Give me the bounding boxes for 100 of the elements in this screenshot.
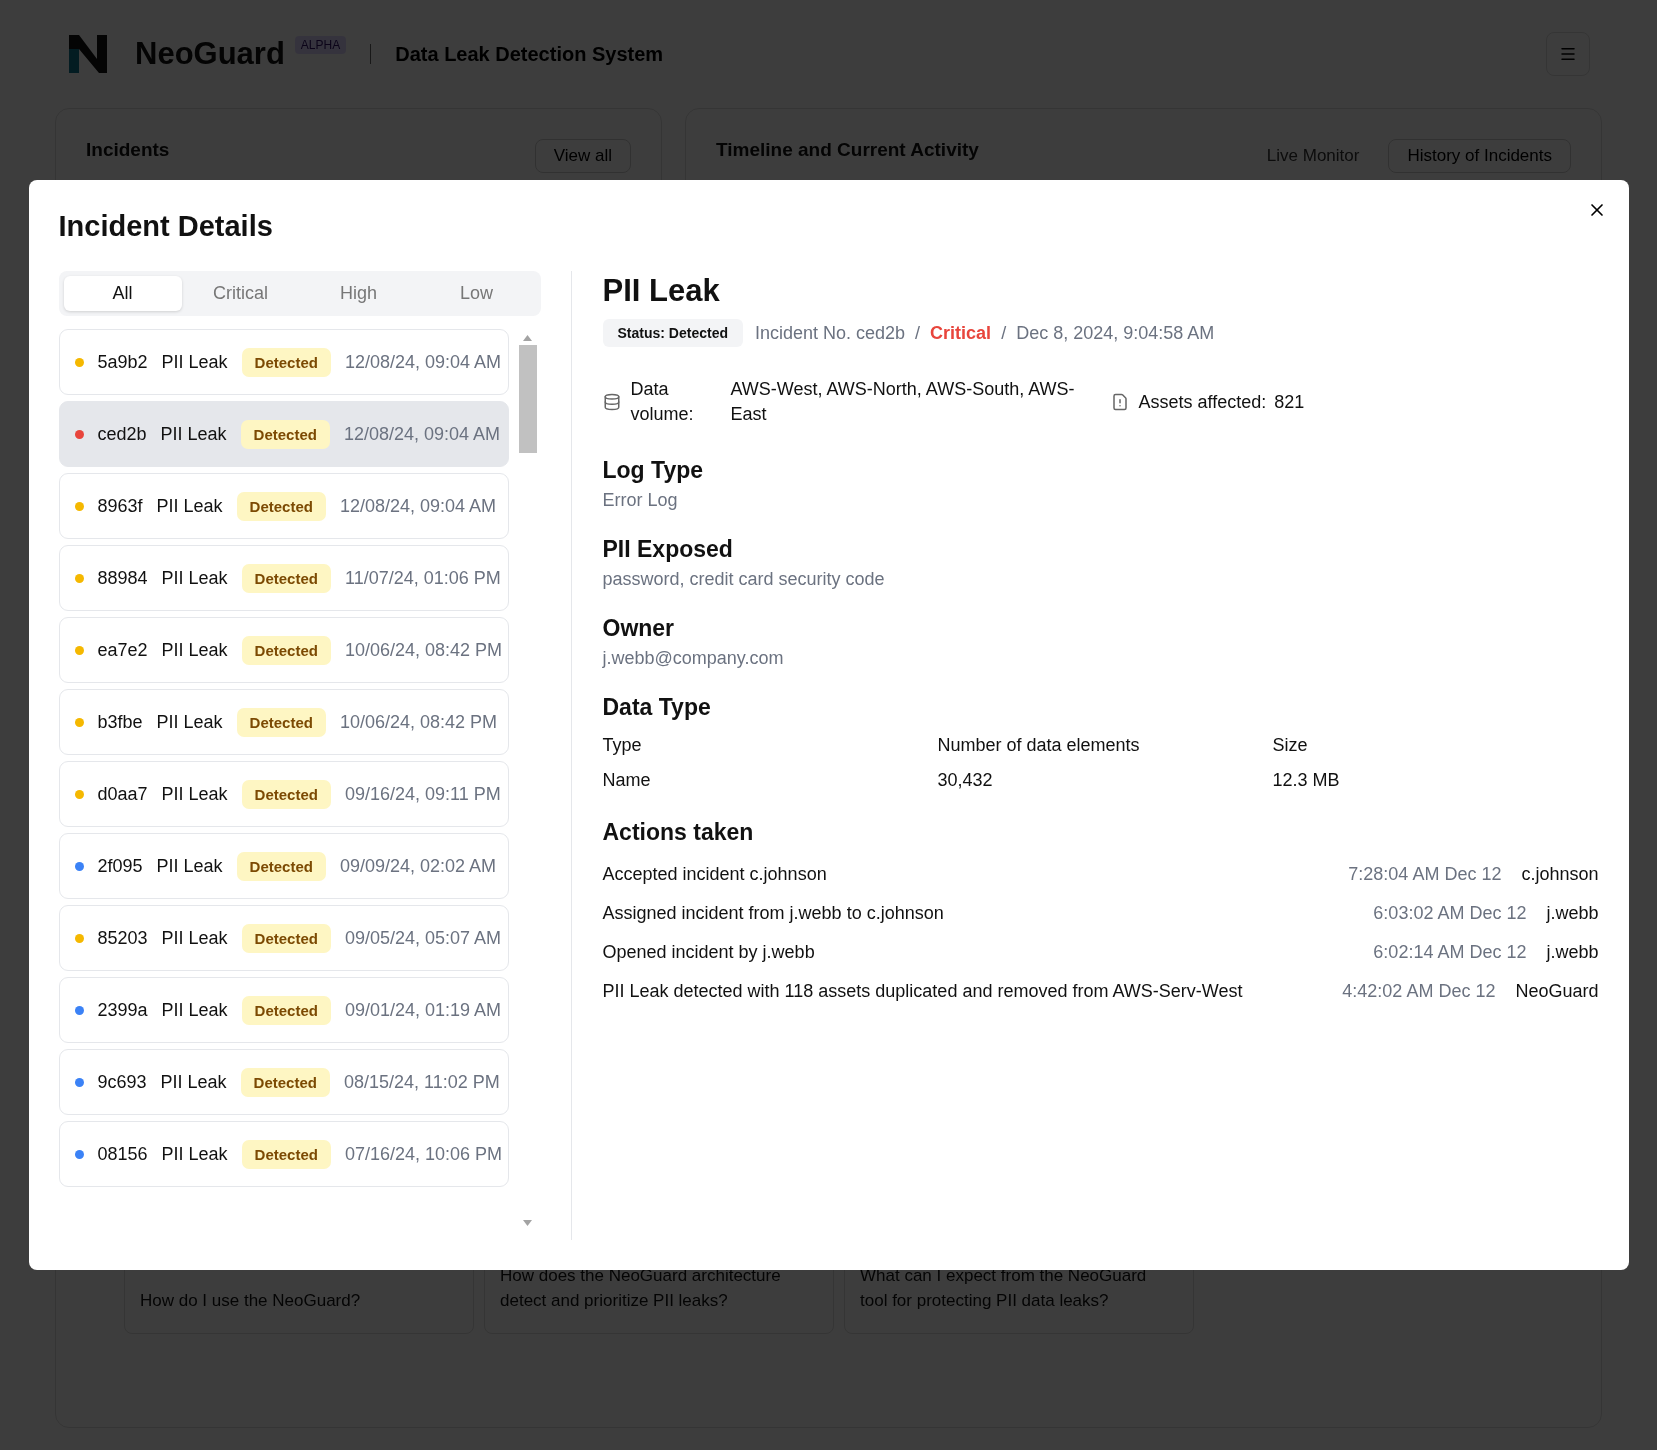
assets-value: 821 [1274, 391, 1305, 413]
card-title: Incidents [86, 139, 170, 161]
file-warning-icon [1110, 393, 1129, 411]
incident-title: PII Leak [602, 273, 721, 309]
separator-slash: / [1001, 322, 1007, 344]
incident-row[interactable]: 9c693 PII Leak Detected 08/15/24, 11:02 PM [58, 1049, 509, 1115]
severity-label: Critical [930, 322, 992, 344]
incident-type: PII Leak [161, 999, 228, 1021]
action-description: Opened incident by j.webb [602, 942, 816, 963]
status-badge: Detected [240, 1067, 330, 1097]
status-badge: Detected [240, 419, 330, 449]
filter-tab[interactable]: High [299, 276, 418, 311]
incident-id: 2f095 [97, 855, 143, 877]
incident-number: Incident No. ced2b [754, 322, 906, 344]
scroll-down-arrow-icon[interactable] [523, 1220, 532, 1226]
incident-time: 09/16/24, 09:11 PM [344, 783, 501, 805]
section-value: Error Log [602, 490, 679, 511]
status-badge: Status: Detected [602, 319, 743, 347]
incident-time: 08/15/24, 11:02 PM [343, 1071, 500, 1093]
incident-row[interactable]: 85203 PII Leak Detected 09/05/24, 05:07 AM [58, 905, 509, 971]
status-badge: Detected [241, 923, 331, 953]
column-header: Number of data elements [937, 735, 1141, 756]
status-badge: Detected [241, 1139, 331, 1169]
incident-id: 85203 [97, 927, 148, 949]
filter-tab[interactable]: All [63, 276, 182, 311]
action-time: 6:02:14 AM Dec 12 [1373, 942, 1527, 963]
section-heading: Log Type [602, 457, 704, 484]
incident-type: PII Leak [161, 927, 228, 949]
table-cell-text: Name [602, 770, 652, 791]
data-volume-value: AWS-West, AWS-North, AWS-South, AWS-East [730, 378, 1076, 426]
incident-time: 11/07/24, 01:06 PM [344, 567, 501, 589]
incident-id: b3fbe [97, 711, 143, 733]
status-badge: Detected [241, 635, 331, 665]
incident-time: 09/09/24, 02:02 AM [339, 855, 497, 877]
card-title: Timeline and Current Activity [716, 139, 979, 161]
status-badge: Detected [241, 995, 331, 1025]
action-time: 4:42:02 AM Dec 12 [1342, 981, 1496, 1002]
action-time: 7:28:04 AM Dec 12 [1348, 864, 1502, 885]
incident-id: 8963f [97, 495, 143, 517]
status-badge: Detected [241, 563, 331, 593]
incident-type: PII Leak [161, 783, 228, 805]
incident-id: 5a9b2 [97, 351, 148, 373]
incident-id: ced2b [97, 423, 147, 445]
status-badge: Detected [236, 851, 326, 881]
section-value: password, credit card security code [602, 569, 886, 590]
incident-row[interactable]: b3fbe PII Leak Detected 10/06/24, 08:42 PM [58, 689, 509, 755]
database-icon [602, 393, 621, 411]
incident-time: 09/01/24, 01:19 AM [344, 999, 502, 1021]
incident-time: 07/16/24, 10:06 PM [344, 1143, 503, 1165]
section-heading: Actions taken [602, 819, 755, 846]
table-cell-text: 12.3 MB [1272, 770, 1341, 791]
incident-row[interactable]: ced2b PII Leak Detected 12/08/24, 09:04 AM [58, 401, 509, 467]
incident-date: Dec 8, 2024, 9:04:58 AM [1016, 322, 1215, 344]
status-badge: Detected [241, 347, 331, 377]
assets-label: Assets affected: [1138, 391, 1267, 413]
incident-row[interactable]: 88984 PII Leak Detected 11/07/24, 01:06 PM [58, 545, 509, 611]
incident-type: PII Leak [161, 351, 228, 373]
section-heading: Owner [602, 615, 676, 642]
incident-row[interactable]: d0aa7 PII Leak Detected 09/16/24, 09:11 PM [58, 761, 509, 827]
incident-id: d0aa7 [97, 783, 148, 805]
filter-tab[interactable]: Critical [181, 276, 300, 311]
incident-row[interactable]: 2f095 PII Leak Detected 09/09/24, 02:02 AM [58, 833, 509, 899]
incident-row[interactable]: 08156 PII Leak Detected 07/16/24, 10:06 PM [58, 1121, 509, 1187]
scrollbar-thumb[interactable] [518, 345, 537, 453]
incident-id: 9c693 [97, 1071, 147, 1093]
status-badge: Detected [241, 779, 331, 809]
action-time: 6:03:02 AM Dec 12 [1373, 903, 1527, 924]
action-description: Assigned incident from j.webb to c.johnson [602, 903, 945, 924]
incident-type: PII Leak [156, 855, 223, 877]
incident-row[interactable]: 2399a PII Leak Detected 09/01/24, 01:19 AM [58, 977, 509, 1043]
incident-id: 2399a [97, 999, 148, 1021]
action-description: Accepted incident c.johnson [602, 864, 828, 885]
action-user: NeoGuard [1515, 981, 1599, 1002]
incident-time: 12/08/24, 09:04 AM [339, 495, 497, 517]
action-description: PII Leak detected with 118 assets duplicated and removed from AWS-Serv-West [602, 981, 1244, 1002]
data-volume-label: Data volume: [630, 378, 695, 426]
scroll-up-arrow-icon[interactable] [523, 335, 532, 341]
dialog-title: Incident Details [58, 210, 274, 243]
incident-row[interactable]: 5a9b2 PII Leak Detected 12/08/24, 09:04 AM [58, 329, 509, 395]
incident-id: 88984 [97, 567, 148, 589]
section-heading: PII Exposed [602, 536, 734, 563]
incident-time: 09/05/24, 05:07 AM [344, 927, 502, 949]
incident-id: ea7e2 [97, 639, 148, 661]
incident-type: PII Leak [160, 423, 227, 445]
separator-slash: / [915, 322, 921, 344]
incident-type: PII Leak [160, 1071, 227, 1093]
incident-row[interactable]: 8963f PII Leak Detected 12/08/24, 09:04 AM [58, 473, 509, 539]
incident-time: 10/06/24, 08:42 PM [344, 639, 503, 661]
brand-name: NeoGuard [135, 36, 285, 72]
action-user: c.johnson [1521, 864, 1599, 885]
filter-tab[interactable]: Low [417, 276, 536, 311]
section-value: j.webb@company.com [602, 648, 785, 669]
action-user: j.webb [1546, 942, 1599, 963]
incident-row[interactable]: ea7e2 PII Leak Detected 10/06/24, 08:42 PM [58, 617, 509, 683]
incident-id: 08156 [97, 1143, 148, 1165]
incident-type: PII Leak [161, 567, 228, 589]
column-header: Type [602, 735, 643, 756]
incident-type: PII Leak [161, 639, 228, 661]
incident-time: 12/08/24, 09:04 AM [344, 351, 502, 373]
column-header: Size [1272, 735, 1309, 756]
